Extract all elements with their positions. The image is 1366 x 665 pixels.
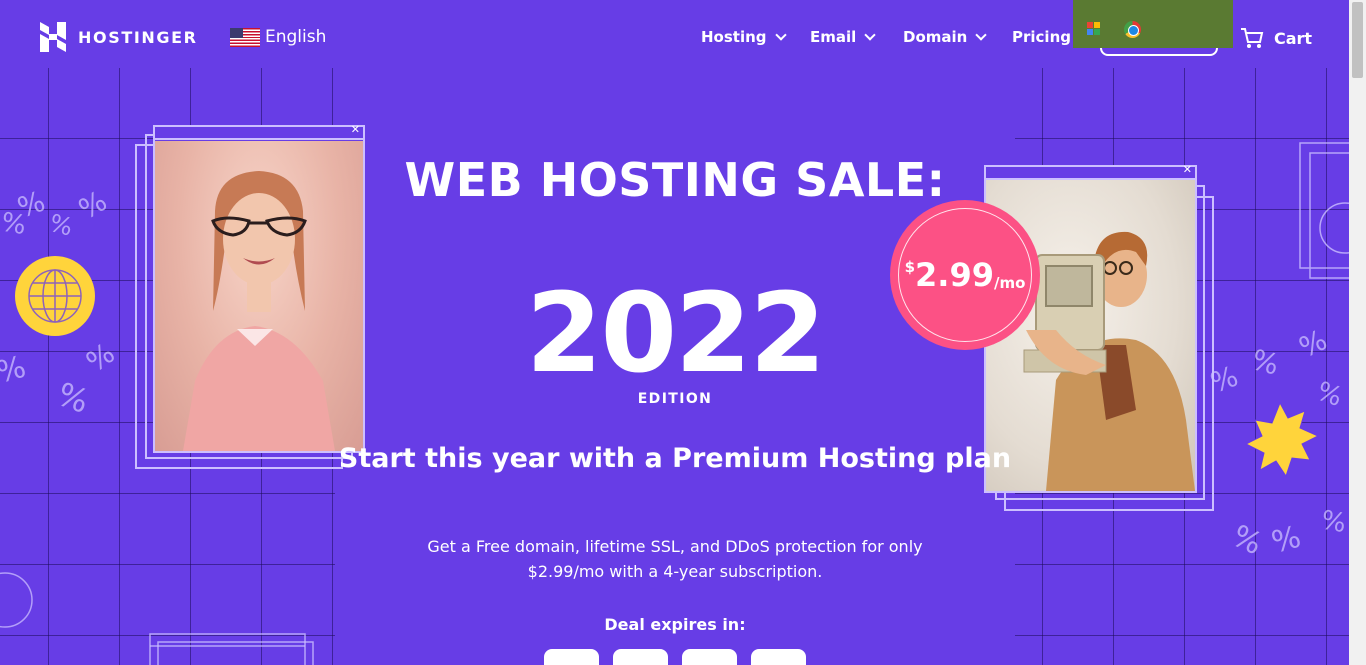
hero-description: Get a Free domain, lifetime SSL, and DDo… bbox=[427, 537, 923, 581]
svg-text:%: % bbox=[1319, 505, 1349, 539]
nav-label: Email bbox=[810, 28, 857, 46]
cart-label: Cart bbox=[1274, 28, 1313, 48]
svg-text:%: % bbox=[52, 375, 94, 421]
deal-expires-label: Deal expires in: bbox=[604, 615, 746, 634]
close-icon: ✕ bbox=[350, 123, 360, 136]
nav-label: Hosting bbox=[701, 28, 767, 46]
nav-label: Pricing bbox=[1012, 28, 1071, 46]
svg-text:%: % bbox=[73, 184, 113, 226]
nav-label: Domain bbox=[903, 28, 968, 46]
browser-icon[interactable] bbox=[1124, 21, 1141, 38]
nav-email[interactable]: Email bbox=[810, 28, 876, 46]
site-header: HOSTINGER English Hosting Email Domain P… bbox=[0, 0, 1349, 68]
scrollbar-thumb[interactable] bbox=[1352, 2, 1363, 78]
svg-text:%: % bbox=[46, 209, 75, 242]
language-selector[interactable]: English bbox=[230, 27, 326, 47]
language-label: English bbox=[265, 27, 327, 47]
countdown-days bbox=[544, 649, 599, 665]
svg-text:%: % bbox=[80, 336, 121, 378]
nav-pricing[interactable]: Pricing bbox=[1012, 28, 1071, 46]
hero-year: 2022 bbox=[525, 269, 826, 397]
svg-text:%: % bbox=[1294, 323, 1332, 364]
svg-text:%: % bbox=[1248, 343, 1282, 382]
svg-text:%: % bbox=[1227, 519, 1268, 563]
chevron-down-icon bbox=[975, 28, 988, 41]
hero-subtitle: Start this year with a Premium Hosting p… bbox=[338, 443, 1012, 474]
right-decorations: % % % % % % % bbox=[1210, 142, 1349, 563]
globe-icon bbox=[15, 256, 95, 336]
page-scrollbar[interactable] bbox=[1349, 0, 1366, 665]
countdown-hours bbox=[613, 649, 668, 665]
woman-photo bbox=[155, 141, 363, 451]
countdown-minutes bbox=[682, 649, 737, 665]
svg-text:%: % bbox=[0, 207, 28, 241]
nav-domain[interactable]: Domain bbox=[903, 28, 988, 46]
us-flag-icon bbox=[230, 27, 260, 47]
hero-edition: EDITION bbox=[637, 391, 713, 407]
svg-text:%: % bbox=[1313, 376, 1346, 413]
nav-hosting[interactable]: Hosting bbox=[701, 28, 787, 46]
svg-text:%: % bbox=[1268, 520, 1305, 561]
cart-link[interactable]: Cart bbox=[1240, 27, 1312, 49]
starburst-icon bbox=[1244, 401, 1320, 478]
countdown-seconds bbox=[751, 649, 806, 665]
chevron-down-icon bbox=[774, 28, 787, 41]
extension-icon[interactable] bbox=[1087, 22, 1100, 35]
hostinger-logo[interactable]: HOSTINGER bbox=[40, 22, 198, 52]
logo-text: HOSTINGER bbox=[78, 27, 198, 47]
close-icon: ✕ bbox=[1182, 163, 1192, 176]
hostinger-logo-icon bbox=[40, 22, 66, 52]
svg-text:%: % bbox=[1210, 359, 1242, 399]
browser-extension-popup[interactable] bbox=[1073, 0, 1233, 48]
cart-icon bbox=[1241, 28, 1264, 48]
svg-text:%: % bbox=[0, 350, 30, 391]
hero-title: WEB HOSTING SALE: bbox=[404, 153, 946, 207]
chevron-down-icon bbox=[864, 28, 876, 41]
